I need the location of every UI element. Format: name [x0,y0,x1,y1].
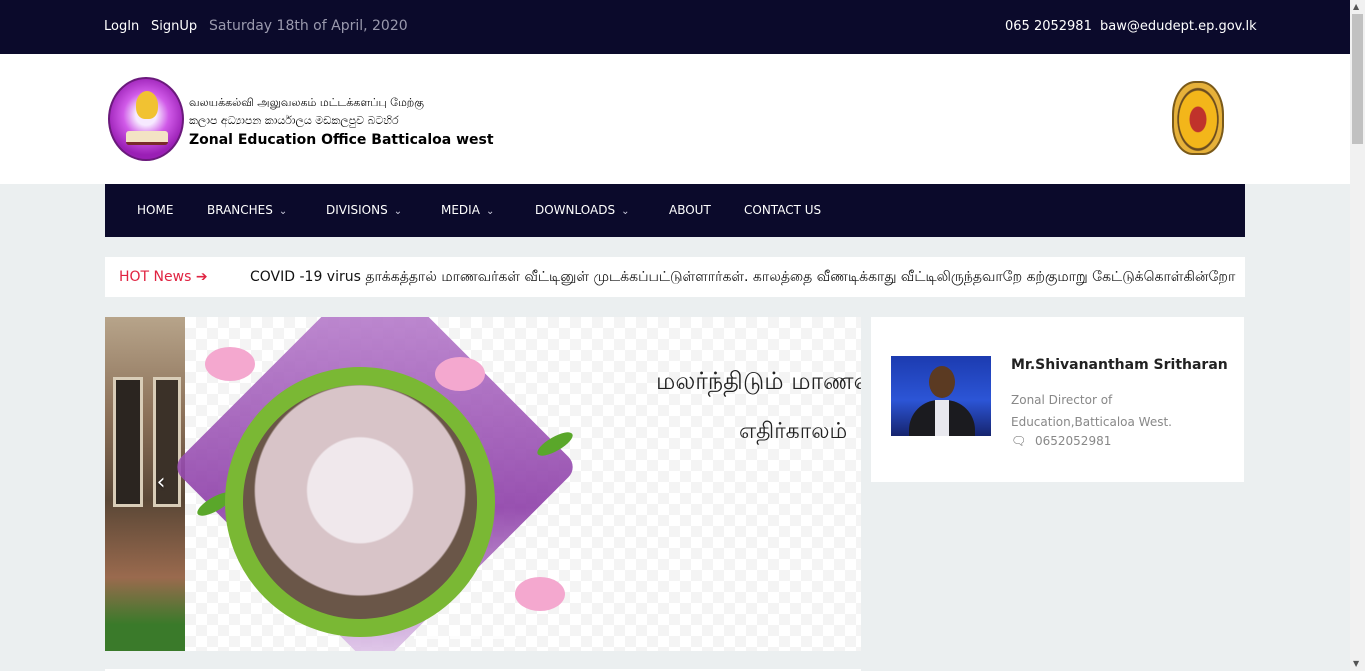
org-name-tamil: வலயக்கல்வி அலுவலகம் மட்டக்களப்பு மேற்கு [189,96,424,109]
nav-about-label: ABOUT [669,203,711,217]
scrollbar-thumb[interactable] [1352,14,1363,144]
org-name-english: Zonal Education Office Batticaloa west [189,132,494,148]
hot-news-bar: HOT News ➔ COVID -19 virus தாக்கத்தால் ம… [105,257,1245,297]
main-nav: HOME BRANCHES ⌄ DIVISIONS ⌄ MEDIA ⌄ DOWNLOA… [105,184,1245,237]
site-header: வலயக்கல்வி அலுவலகம் மட்டக்களப்பு மேற்கு … [0,54,1350,184]
nav-media[interactable]: MEDIA ⌄ [441,203,494,217]
nav-branches[interactable]: BRANCHES ⌄ [207,203,287,217]
flower-decoration [515,577,565,611]
nav-about[interactable]: ABOUT [669,203,711,217]
director-phone-number: 0652052981 [1035,434,1112,448]
children-photo-wreath [225,367,495,637]
login-link[interactable]: LogIn [104,19,139,34]
photo-shirt [935,400,949,436]
building-window [113,377,143,507]
director-title: Zonal Director of Education,Batticaloa W… [1011,393,1172,429]
chevron-down-icon: ⌄ [393,206,403,217]
nav-contact-us[interactable]: CONTACT US [744,203,821,217]
nav-media-label: MEDIA [441,203,480,217]
carousel-indicator[interactable] [450,636,480,639]
slide-title-line-1: மலர்ந்திடும் மாணவர்கள் [656,367,861,395]
zonal-education-logo-icon[interactable] [108,77,184,161]
current-slide-image: மலர்ந்திடும் மாணவர்கள் எதிர்காலம் [171,317,861,651]
flame-icon [136,91,158,119]
carousel-indicators [414,636,534,640]
arrow-right-icon: ➔ [195,269,208,285]
nav-divisions[interactable]: DIVISIONS ⌄ [326,203,402,217]
slide-title-line-2: எதிர்காலம் [739,419,848,444]
chevron-down-icon: ⌄ [485,206,495,217]
nav-downloads-label: DOWNLOADS [535,203,616,217]
top-bar: LogIn SignUp Saturday 18th of April, 202… [0,0,1350,54]
scroll-down-icon[interactable]: ▼ [1353,659,1359,668]
contact-phone: 065 2052981 [1005,19,1092,34]
scroll-up-icon[interactable]: ▲ [1353,2,1359,11]
director-photo [891,356,991,436]
flower-decoration [205,347,255,381]
nav-branches-label: BRANCHES [207,203,273,217]
contact-email-link[interactable]: baw@edudept.ep.gov.lk [1100,19,1257,34]
nav-divisions-label: DIVISIONS [326,203,388,217]
hot-news-ticker[interactable]: COVID -19 virus தாக்கத்தால் மாணவர்கள் வீ… [250,269,1235,287]
nav-downloads[interactable]: DOWNLOADS ⌄ [535,203,629,217]
carousel-prev-button[interactable]: ‹ [149,471,173,495]
director-card: Mr.Shivanantham Sritharan Zonal Director… [871,317,1244,482]
chevron-down-icon: ⌄ [278,206,288,217]
sri-lanka-emblem-icon [1172,81,1224,155]
hot-news-label-text: HOT News [119,269,192,285]
chevron-down-icon: ⌄ [621,206,630,217]
director-name: Mr.Shivanantham Sritharan [1011,357,1228,373]
current-date: Saturday 18th of April, 2020 [209,18,408,34]
page-scrollbar[interactable]: ▲ ▼ [1350,0,1365,671]
previous-slide-image [105,317,185,651]
signup-link[interactable]: SignUp [151,19,197,34]
chat-icon: 🗨 [1011,434,1027,448]
image-carousel[interactable]: மலர்ந்திடும் மாணவர்கள் எதிர்காலம் ‹ [105,317,861,651]
carousel-indicator[interactable] [414,636,444,639]
hot-news-label: HOT News ➔ [119,269,208,285]
nav-contact-us-label: CONTACT US [744,203,822,217]
director-phone: 🗨 0652052981 [1011,434,1111,448]
book-icon [126,131,168,145]
org-name-sinhala: කලාප අධ්‍යාපන කාර්යාලය මඩකලපුව බටහිර [189,114,399,127]
carousel-indicator[interactable] [486,636,516,639]
flower-decoration [435,357,485,391]
nav-home[interactable]: HOME [137,203,173,217]
photo-face [929,366,955,398]
nav-home-label: HOME [137,203,174,217]
